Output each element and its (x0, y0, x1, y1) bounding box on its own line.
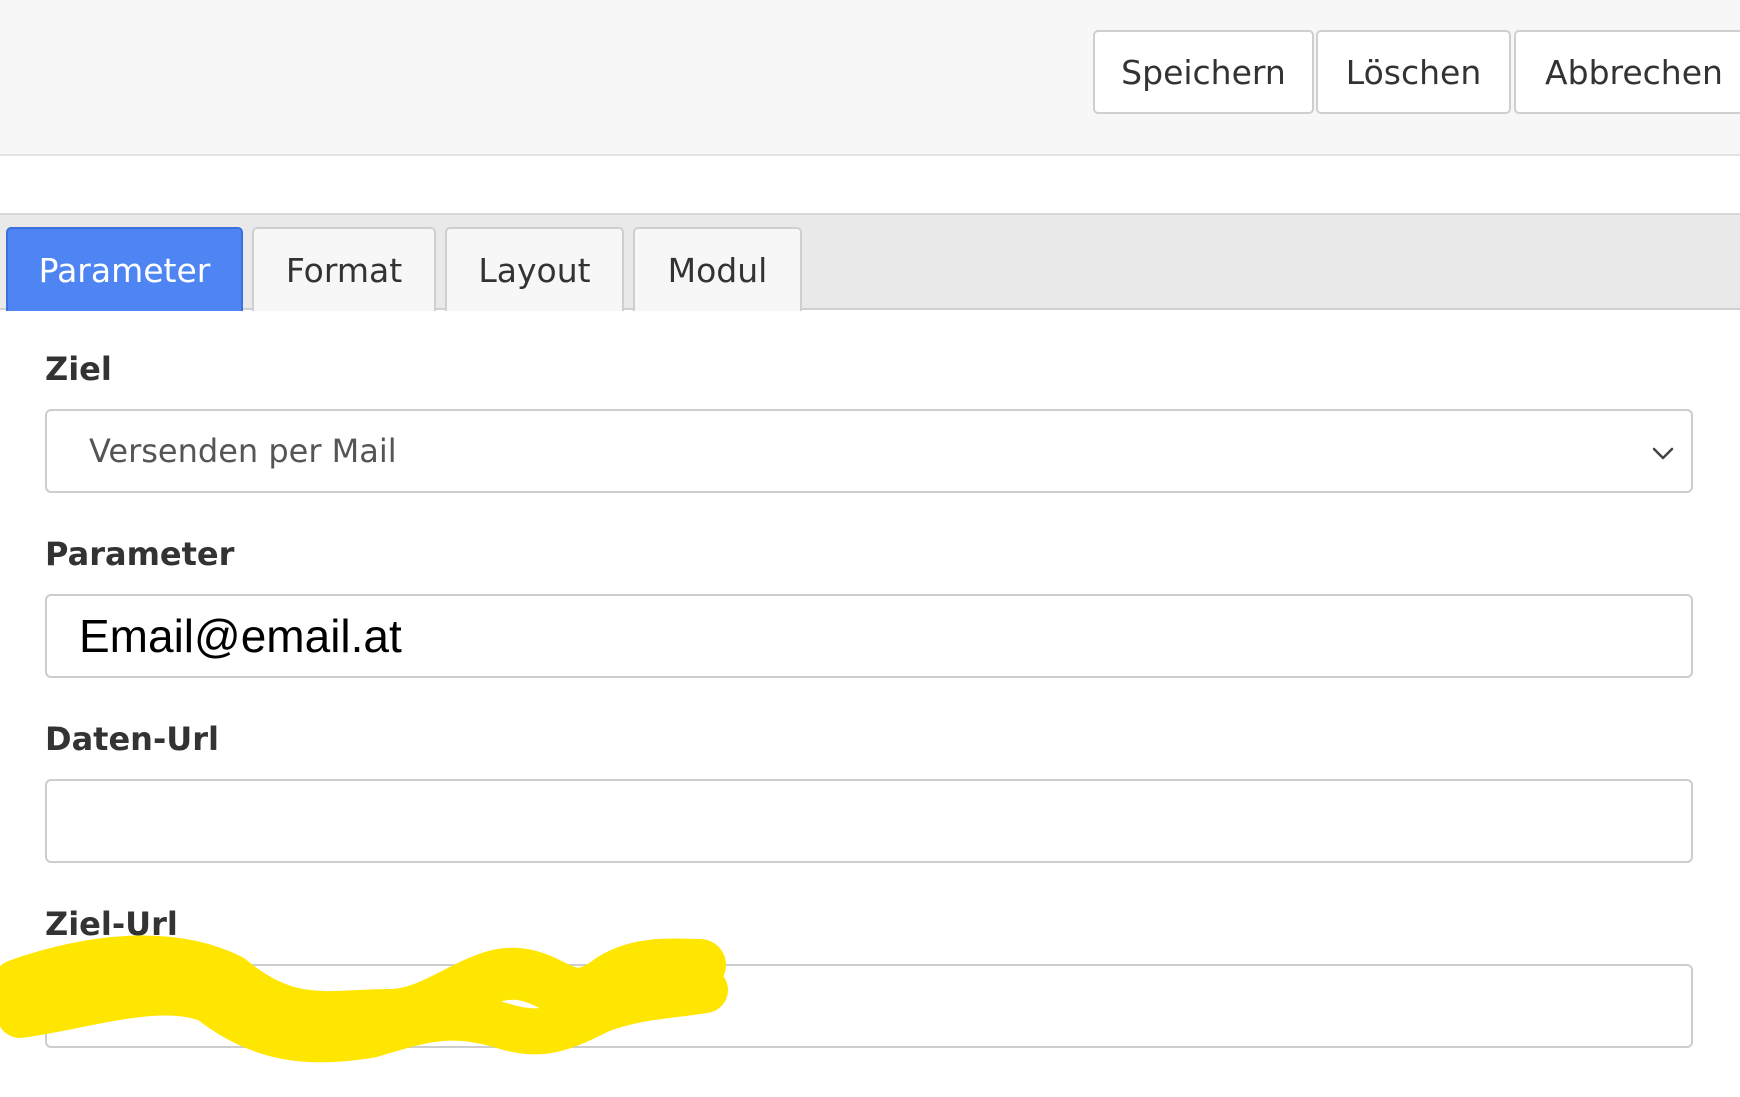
ziel-selected-value: Versenden per Mail (89, 432, 397, 470)
cancel-button[interactable]: Abbrechen (1514, 30, 1740, 114)
parameter-value: Email@email.at (79, 610, 402, 662)
ziel-url-input[interactable]: / (45, 964, 1693, 1048)
delete-button[interactable]: Löschen (1316, 30, 1511, 114)
ziel-label: Ziel (45, 350, 112, 388)
tab-bar: Parameter Format Layout Modul (0, 213, 1740, 311)
tab-modul[interactable]: Modul (633, 227, 802, 311)
ziel-select[interactable]: Versenden per Mail (45, 409, 1693, 493)
daten-url-label: Daten-Url (45, 720, 219, 758)
parameter-input[interactable]: Email@email.at (45, 594, 1693, 678)
tab-format[interactable]: Format (252, 227, 436, 311)
daten-url-input[interactable] (45, 779, 1693, 863)
tab-layout[interactable]: Layout (445, 227, 624, 311)
tab-parameter[interactable]: Parameter (6, 227, 243, 311)
toolbar: Speichern Löschen Abbrechen (0, 0, 1740, 156)
save-button[interactable]: Speichern (1093, 30, 1314, 114)
ziel-url-label: Ziel-Url (45, 905, 178, 943)
parameter-label: Parameter (45, 535, 235, 573)
ziel-url-value: / (77, 989, 86, 1022)
chevron-down-icon (1652, 447, 1674, 460)
